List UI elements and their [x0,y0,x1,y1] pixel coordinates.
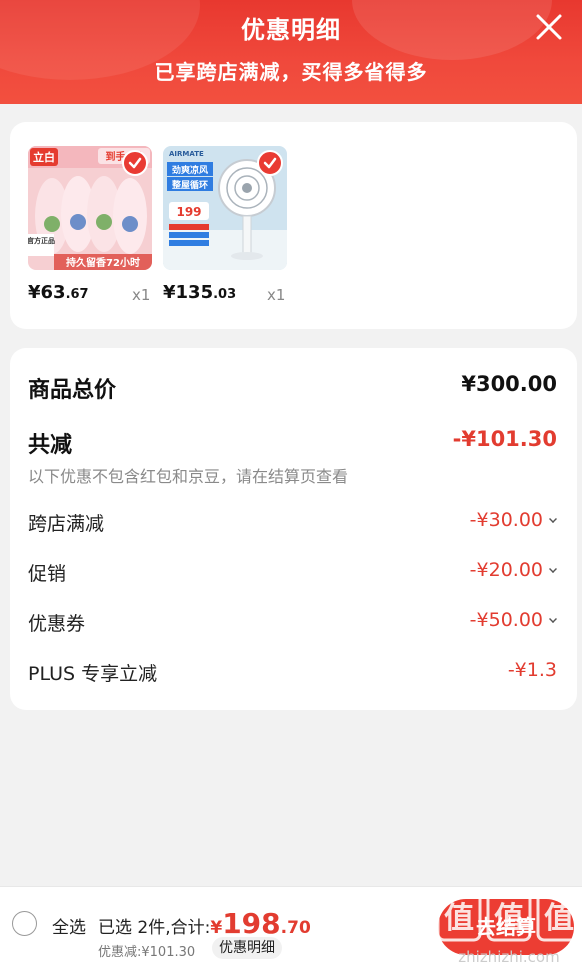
discount-row-plus: PLUS 专享立减 -¥1.3 [28,659,557,689]
slogan-text: 劲爽凉风 [172,164,208,176]
chevron-down-icon [549,515,557,523]
discount-amount: -¥20.00 [469,559,543,581]
discount-detail-button[interactable]: 优惠明细 [212,937,282,959]
price-tag-text: 199 [176,205,201,219]
discount-label: 优惠券 [28,613,86,635]
product-image[interactable]: AIRMATE 劲爽凉风 整屋循环 199 [163,146,287,270]
order-summary: 已选 2件,合计:¥198.70 [98,907,311,940]
product-quantity: x1 [267,286,286,304]
chevron-down-icon [549,615,557,623]
discount-row-promotion[interactable]: 促销 -¥20.00 [28,559,557,589]
page-title: 优惠明细 [241,16,341,44]
discount-details-card: 商品总价 ¥300.00 共减 -¥101.30 以下优惠不包含红包和京豆，请在… [10,348,577,710]
discount-label: PLUS 专享立减 [28,663,158,685]
total-decimal: .70 [280,918,311,938]
checkout-button[interactable]: 去结算 [438,899,574,955]
official-text: 官方正品 [28,236,55,245]
chevron-down-icon [549,565,557,573]
total-price-value: ¥300.00 [461,372,557,396]
discount-label: 跨店满减 [28,513,105,535]
total-reduction-value: -¥101.30 [452,427,557,451]
check-icon [128,157,142,169]
product-image[interactable]: 立白 到手0斤 官方正品 持久留香72小时 [28,146,152,270]
price-decimal: .67 [65,287,89,302]
page-subtitle: 已享跨店满减，买得多省得多 [154,60,428,84]
slogan-text: 持久留香72小时 [66,256,140,269]
discount-amount: -¥50.00 [469,609,543,631]
header: 优惠明细 已享跨店满减，买得多省得多 [0,0,582,104]
discount-note: 以下优惠不包含红包和京豆，请在结算页查看 [28,467,349,486]
discount-total: 优惠减:¥101.30 [98,945,196,960]
brand-text: AIRMATE [169,150,204,158]
product-item[interactable]: AIRMATE 劲爽凉风 整屋循环 199 ¥135.03 x1 [163,146,287,304]
select-all-label[interactable]: 全选 [52,913,86,938]
discount-row-cross-store[interactable]: 跨店满减 -¥30.00 [28,509,557,539]
summary-prefix: 已选 2件,合计: [98,918,211,938]
selected-check[interactable] [257,150,283,176]
total-integer: 198 [222,907,281,940]
close-icon [536,14,562,40]
selected-check[interactable] [122,150,148,176]
discount-value: -¥50.00 [470,609,557,631]
total-price-row: 商品总价 ¥300.00 [28,372,557,403]
total-reduction-label: 共减 [28,433,73,458]
products-card: 立白 到手0斤 官方正品 持久留香72小时 [10,122,577,329]
discount-row-coupon[interactable]: 优惠券 -¥50.00 [28,609,557,639]
discount-value: -¥1.3 [507,659,557,681]
price-integer: ¥63 [28,282,66,303]
total-price-label: 商品总价 [28,378,117,403]
discount-value: -¥30.00 [470,509,557,531]
discount-amount: -¥30.00 [469,509,543,531]
bottom-bar: 全选 已选 2件,合计:¥198.70 优惠减:¥101.30 优惠明细 去结算 [0,886,582,970]
slogan-text: 整屋循环 [171,179,208,191]
discount-value: -¥20.00 [470,559,557,581]
price-integer: ¥135 [163,282,214,303]
check-icon [263,157,277,169]
price-decimal: .03 [213,287,237,302]
discount-label: 促销 [28,563,67,585]
total-reduction-row: 共减 -¥101.30 [28,427,557,458]
total-currency: ¥ [210,918,223,938]
select-all-radio[interactable] [12,911,37,936]
product-item[interactable]: 立白 到手0斤 官方正品 持久留香72小时 [28,146,152,304]
product-quantity: x1 [132,286,151,304]
close-button[interactable] [532,10,566,44]
brand-text: 立白 [33,150,55,164]
